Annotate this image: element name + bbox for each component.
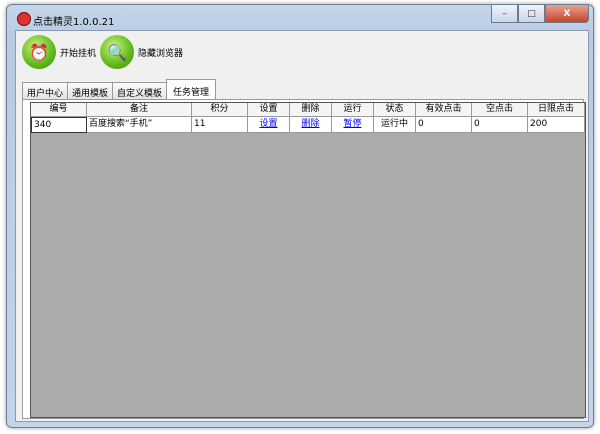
cell-id[interactable]: 340 bbox=[31, 117, 87, 133]
hide-browser-button[interactable]: 🔍 隐藏浏览器 bbox=[100, 35, 183, 69]
cell-status: 运行中 bbox=[374, 117, 416, 133]
col-run[interactable]: 运行 bbox=[332, 103, 374, 117]
pause-link[interactable]: 暂停 bbox=[343, 119, 361, 129]
app-window: 点击精灵1.0.0.21 – □ X ⏰ 开始挂机 🔍 隐藏浏览器 用户中心 通… bbox=[6, 4, 594, 428]
cell-points[interactable]: 11 bbox=[192, 117, 248, 133]
col-note[interactable]: 备注 bbox=[87, 103, 192, 117]
table-header: 编号 备注 积分 设置 删除 运行 状态 有效点击 空点击 日限点击 bbox=[31, 103, 585, 117]
col-daily-limit[interactable]: 日限点击 bbox=[528, 103, 585, 117]
cell-empty-clicks[interactable]: 0 bbox=[472, 117, 528, 133]
cell-note[interactable]: 百度搜索“手机” bbox=[87, 117, 192, 133]
minimize-button[interactable]: – bbox=[491, 5, 518, 23]
magnifier-icon: 🔍 bbox=[100, 35, 134, 69]
cell-valid-clicks[interactable]: 0 bbox=[416, 117, 472, 133]
col-settings[interactable]: 设置 bbox=[248, 103, 290, 117]
col-empty-clicks[interactable]: 空点击 bbox=[472, 103, 528, 117]
delete-link[interactable]: 删除 bbox=[301, 119, 319, 129]
client-area: ⏰ 开始挂机 🔍 隐藏浏览器 用户中心 通用模板 自定义模板 任务管理 编号 备… bbox=[15, 30, 589, 422]
col-status[interactable]: 状态 bbox=[374, 103, 416, 117]
window-title: 点击精灵1.0.0.21 bbox=[33, 17, 115, 28]
col-points[interactable]: 积分 bbox=[192, 103, 248, 117]
alarm-clock-icon: ⏰ bbox=[22, 35, 56, 69]
settings-link[interactable]: 设置 bbox=[259, 119, 277, 129]
col-delete[interactable]: 删除 bbox=[290, 103, 332, 117]
maximize-button[interactable]: □ bbox=[518, 5, 545, 23]
app-icon bbox=[17, 12, 31, 26]
close-button[interactable]: X bbox=[545, 5, 589, 23]
hide-browser-label: 隐藏浏览器 bbox=[138, 48, 184, 59]
task-grid: 编号 备注 积分 设置 删除 运行 状态 有效点击 空点击 日限点击 340 百… bbox=[30, 102, 586, 418]
start-button[interactable]: ⏰ 开始挂机 bbox=[22, 35, 96, 69]
start-label: 开始挂机 bbox=[60, 48, 97, 59]
cell-daily-limit[interactable]: 200 bbox=[528, 117, 585, 133]
col-id[interactable]: 编号 bbox=[31, 103, 87, 117]
col-valid-clicks[interactable]: 有效点击 bbox=[416, 103, 472, 117]
task-panel: 编号 备注 积分 设置 删除 运行 状态 有效点击 空点击 日限点击 340 百… bbox=[22, 99, 586, 419]
table-row[interactable]: 340 百度搜索“手机” 11 设置 删除 暂停 运行中 0 0 200 bbox=[31, 117, 585, 133]
